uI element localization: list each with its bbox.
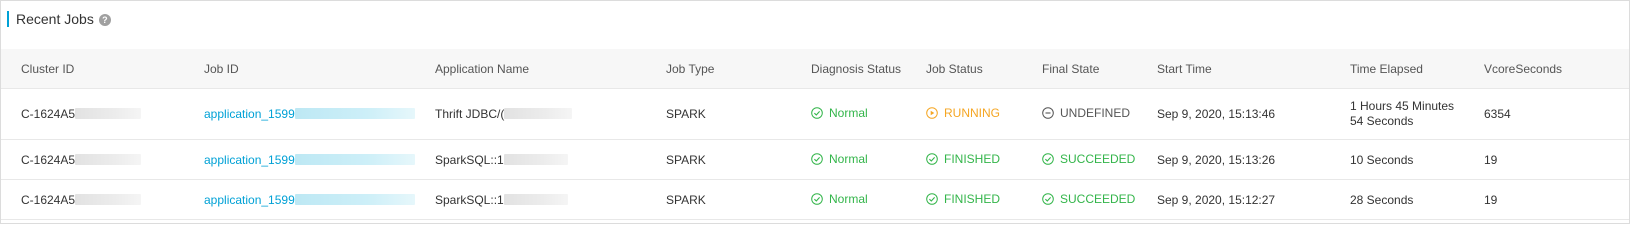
column-header-cluster-id[interactable]: Cluster ID <box>1 49 184 89</box>
play-circle-icon <box>926 107 938 119</box>
cell-diagnosis-status: Normal <box>791 179 906 220</box>
cell-application-name: SparkSQL::1 <box>415 179 646 220</box>
application-name-text: Thrift JDBC/( <box>435 107 505 121</box>
column-header-application-name[interactable]: Application Name <box>415 49 646 89</box>
cell-cluster-id: C-1624A5 <box>1 139 184 180</box>
diagnosis-status: Normal <box>811 106 868 120</box>
application-name-text: SparkSQL::1 <box>435 152 504 167</box>
cell-cluster-id: C-1624A5 <box>1 88 184 140</box>
panel-title: Recent Jobs <box>16 11 94 27</box>
cell-job-type: SPARK <box>646 179 791 220</box>
cell-job-status: RUNNING <box>906 88 1022 140</box>
redacted-blur <box>503 193 568 205</box>
time-elapsed-text: 1 Hours 45 Minutes 54 Seconds <box>1350 99 1464 129</box>
final-state: SUCCEEDED <box>1042 152 1135 166</box>
column-header-job-status[interactable]: Job Status <box>906 49 1022 89</box>
cluster-id-text: C-1624A5 <box>21 152 76 167</box>
cell-application-name: Thrift JDBC/( <box>415 88 646 140</box>
cell-vcore-seconds: 19 <box>1464 179 1629 220</box>
column-header-diagnosis-status[interactable]: Diagnosis Status <box>791 49 906 89</box>
cluster-id-text: C-1624A5 <box>21 107 76 121</box>
job-status: FINISHED <box>926 192 1000 206</box>
table-row: C-1624A5 application_1599 SparkSQL::1 SP… <box>1 139 1629 180</box>
cell-job-id: application_1599 <box>184 88 415 140</box>
cell-job-status: FINISHED <box>906 139 1022 180</box>
check-circle-icon <box>926 152 938 165</box>
help-icon[interactable]: ? <box>98 14 111 26</box>
cell-start-time: Sep 9, 2020, 15:13:26 <box>1137 139 1330 180</box>
redacted-blur <box>294 193 415 205</box>
cell-time-elapsed: 10 Seconds <box>1330 139 1464 180</box>
check-circle-icon <box>926 192 938 205</box>
job-id-link[interactable]: application_1599 <box>204 153 295 167</box>
check-circle-icon <box>811 192 823 205</box>
check-circle-icon <box>811 152 823 165</box>
cell-time-elapsed: 28 Seconds <box>1330 179 1464 220</box>
final-state-label: UNDEFINED <box>1060 106 1131 120</box>
cell-application-name: SparkSQL::1 <box>415 139 646 180</box>
diagnosis-status-label: Normal <box>829 106 868 120</box>
cluster-id-text: C-1624A5 <box>21 192 76 207</box>
job-status-label: RUNNING <box>944 106 1000 120</box>
check-circle-icon <box>1042 152 1054 165</box>
cell-diagnosis-status: Normal <box>791 139 906 180</box>
redacted-blur <box>75 153 142 165</box>
recent-jobs-table: Cluster ID Job ID Application Name Job T… <box>1 49 1629 220</box>
title-accent-bar <box>7 11 9 27</box>
final-state-label: SUCCEEDED <box>1060 151 1136 166</box>
diagnosis-status: Normal <box>811 152 868 166</box>
panel-header: Recent Jobs ? <box>7 11 111 27</box>
job-status: FINISHED <box>926 152 1000 166</box>
column-header-job-id[interactable]: Job ID <box>184 49 415 89</box>
diagnosis-status: Normal <box>811 192 868 206</box>
redacted-blur <box>75 193 142 205</box>
time-elapsed-line-1: 1 Hours 45 Minutes <box>1350 99 1455 113</box>
cell-job-type: SPARK <box>646 88 791 140</box>
cell-vcore-seconds: 6354 <box>1464 88 1629 140</box>
table-row: C-1624A5 application_1599 SparkSQL::1 SP… <box>1 179 1629 220</box>
diagnosis-status-label: Normal <box>829 191 868 206</box>
cell-final-state: SUCCEEDED <box>1022 139 1137 180</box>
redacted-blur <box>294 153 415 165</box>
redacted-blur <box>294 108 415 119</box>
cell-job-status: FINISHED <box>906 179 1022 220</box>
diagnosis-status-label: Normal <box>829 151 868 166</box>
application-name-text: SparkSQL::1 <box>435 192 504 207</box>
cell-vcore-seconds: 19 <box>1464 139 1629 180</box>
job-status-label: FINISHED <box>944 151 1001 166</box>
minus-circle-icon <box>1042 107 1054 119</box>
column-header-time-elapsed[interactable]: Time Elapsed <box>1330 49 1464 89</box>
job-id-link[interactable]: application_1599 <box>204 193 295 207</box>
job-status: RUNNING <box>926 106 1000 120</box>
job-status-label: FINISHED <box>944 191 1001 206</box>
check-circle-icon <box>1042 192 1054 205</box>
cell-job-id: application_1599 <box>184 179 415 220</box>
cell-start-time: Sep 9, 2020, 15:13:46 <box>1137 88 1330 140</box>
final-state: UNDEFINED <box>1042 106 1130 120</box>
final-state: SUCCEEDED <box>1042 192 1135 206</box>
cell-job-id: application_1599 <box>184 139 415 180</box>
cell-start-time: Sep 9, 2020, 15:12:27 <box>1137 179 1330 220</box>
column-header-job-type[interactable]: Job Type <box>646 49 791 89</box>
redacted-blur <box>75 108 142 119</box>
column-header-final-state[interactable]: Final State <box>1022 49 1137 89</box>
job-id-link[interactable]: application_1599 <box>204 107 295 121</box>
final-state-label: SUCCEEDED <box>1060 191 1136 206</box>
redacted-blur <box>504 108 573 119</box>
column-header-start-time[interactable]: Start Time <box>1137 49 1330 89</box>
table-row: C-1624A5 application_1599 Thrift JDBC/( … <box>1 88 1629 140</box>
cell-diagnosis-status: Normal <box>791 88 906 140</box>
column-header-vcore-seconds[interactable]: VcoreSeconds <box>1464 49 1629 89</box>
cell-time-elapsed: 1 Hours 45 Minutes 54 Seconds <box>1330 88 1464 140</box>
cell-final-state: UNDEFINED <box>1022 88 1137 140</box>
recent-jobs-panel: Recent Jobs ? Cluster ID Job ID Applicat… <box>0 0 1630 224</box>
table-header-row: Cluster ID Job ID Application Name Job T… <box>1 49 1629 89</box>
redacted-blur <box>503 153 568 165</box>
time-elapsed-line-2: 54 Seconds <box>1350 114 1414 128</box>
cell-job-type: SPARK <box>646 139 791 180</box>
cell-cluster-id: C-1624A5 <box>1 179 184 220</box>
check-circle-icon <box>811 107 823 119</box>
cell-final-state: SUCCEEDED <box>1022 179 1137 220</box>
